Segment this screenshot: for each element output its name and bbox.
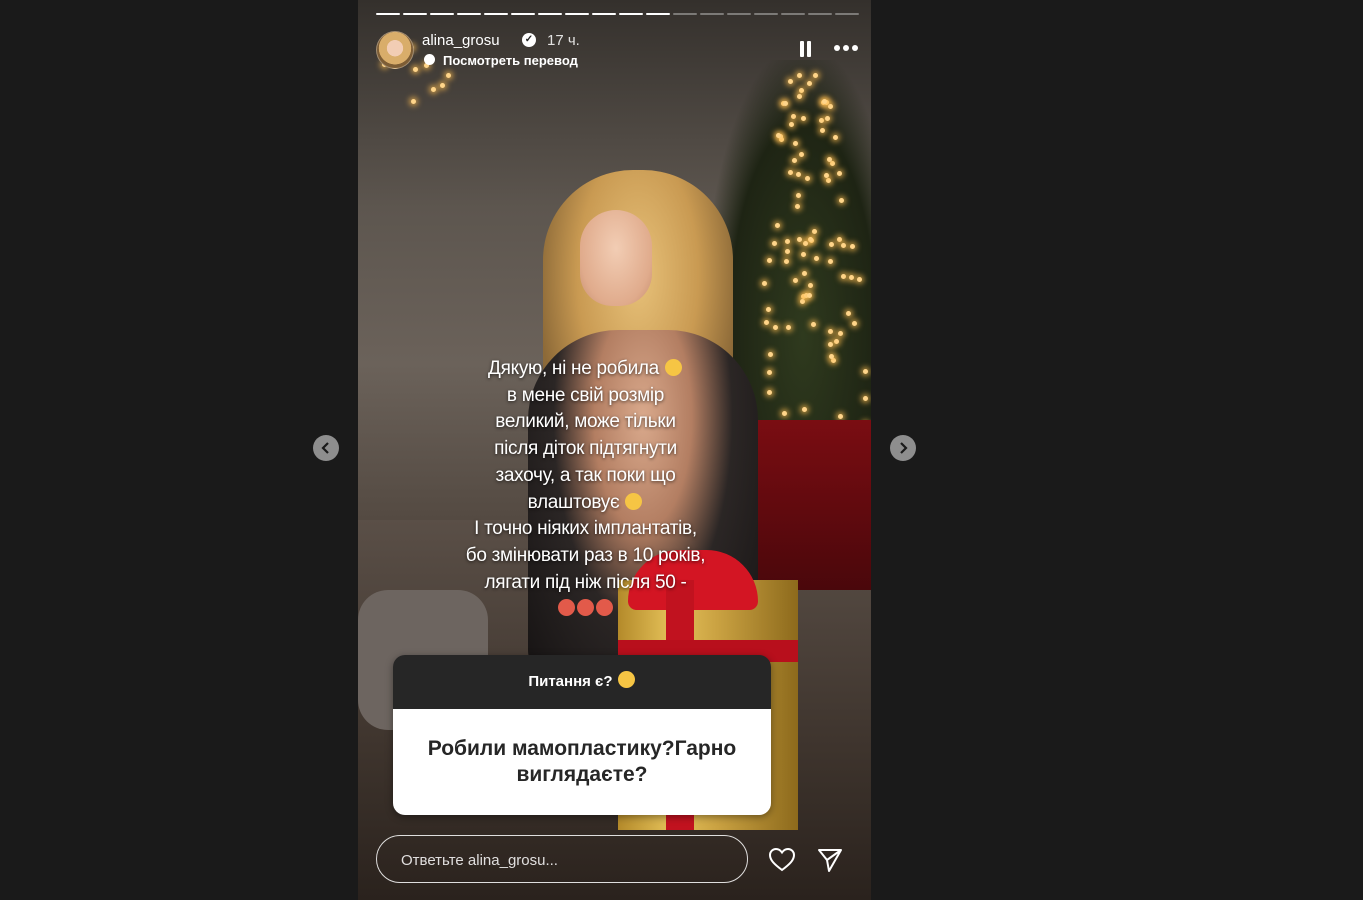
progress-segment (457, 13, 481, 15)
tree-light (792, 277, 798, 283)
tree-light (795, 192, 801, 198)
caption-line: захочу, а так поки що (495, 464, 676, 486)
story-viewer[interactable]: alina_grosu ✓ 17 ч. Посмотреть перевод Д… (358, 0, 871, 900)
progress-segment (619, 13, 643, 15)
progress-segment (565, 13, 589, 15)
tree-light (797, 72, 802, 78)
progress-segment (781, 13, 805, 15)
chevron-left-icon (321, 442, 329, 454)
tree-light (810, 321, 816, 327)
progress-segment (808, 13, 832, 15)
tree-light (430, 86, 436, 92)
progress-segment (646, 13, 670, 15)
hot-face-emoji (558, 599, 575, 617)
tree-light (807, 236, 813, 242)
tree-light (784, 248, 790, 254)
tree-light (821, 99, 827, 105)
tree-light (801, 270, 807, 276)
tree-light (763, 319, 769, 325)
caption-line (388, 596, 783, 623)
tree-light (824, 115, 830, 121)
tree-light (827, 328, 833, 334)
heart-icon[interactable] (768, 846, 796, 874)
progress-segment (673, 13, 697, 15)
pause-icon[interactable] (800, 41, 812, 57)
progress-segment (484, 13, 508, 15)
caption-line: в мене свій розмір (506, 384, 665, 406)
story-caption: Дякую, ні не робила в мене свій розмір в… (388, 356, 783, 623)
reply-input[interactable] (399, 836, 723, 884)
tree-light (827, 259, 833, 265)
translate-link[interactable]: Посмотреть перевод (443, 53, 578, 68)
tree-light (832, 134, 838, 140)
tree-light (849, 244, 855, 250)
tree-light (801, 115, 807, 121)
hot-face-emoji (596, 599, 613, 617)
tree-light (825, 178, 831, 184)
username-link[interactable]: alina_grosu (422, 32, 500, 49)
tree-light (806, 293, 812, 299)
tree-light (767, 257, 773, 263)
tree-light (798, 151, 804, 157)
hot-face-emoji (577, 599, 594, 617)
tree-light (790, 113, 796, 119)
tree-light (824, 172, 830, 178)
progress-segment (376, 13, 400, 15)
caption-line: влаштовує (388, 490, 783, 517)
question-answer: Робили мамопластику?Гарно виглядаєте? (393, 709, 771, 815)
tree-light (762, 280, 768, 286)
tree-light (851, 320, 857, 326)
tree-light (828, 354, 834, 359)
caption-line: бо змінювати раз в 10 років, (465, 544, 706, 566)
tree-light (827, 103, 833, 109)
avatar[interactable] (376, 31, 414, 69)
relieved-face-emoji (625, 492, 643, 510)
caption-line: І точно ніяких імплантатів, (474, 518, 697, 540)
tree-light (799, 299, 805, 305)
tree-light (800, 251, 806, 257)
previous-story-button[interactable] (313, 435, 339, 461)
progress-segment (727, 13, 751, 15)
story-timestamp: 17 ч. (547, 32, 580, 49)
send-icon[interactable] (816, 846, 844, 874)
caption-line: великий, може тільки (495, 411, 676, 433)
story-header: alina_grosu ✓ 17 ч. Посмотреть перевод (374, 30, 858, 70)
progress-segment (403, 13, 427, 15)
tree-light (834, 338, 840, 344)
progress-segment (835, 13, 859, 15)
tree-light (802, 406, 808, 412)
pleading-face-emoji (664, 359, 682, 376)
tree-light (776, 132, 782, 138)
caption-line: після діток підтягнути (494, 438, 677, 460)
question-sticker[interactable]: Питання є? Робили мамопластику?Гарно виг… (393, 655, 771, 815)
progress-segment (538, 13, 562, 15)
progress-segment (592, 13, 616, 15)
tree-light (772, 325, 778, 331)
more-icon[interactable] (834, 45, 858, 51)
verified-icon: ✓ (522, 33, 536, 47)
person-face (580, 210, 652, 306)
progress-segment (430, 13, 454, 15)
reply-field[interactable] (376, 835, 748, 884)
progress-segment (754, 13, 778, 15)
question-prompt: Питання є? (393, 655, 771, 709)
chevron-right-icon (900, 442, 908, 454)
caption-line: лягати під ніж після 50 - (484, 571, 687, 593)
next-story-button[interactable] (890, 435, 916, 461)
story-progress-bar (376, 13, 859, 15)
tree-light (826, 157, 832, 163)
progress-segment (511, 13, 535, 15)
tree-light (829, 241, 835, 247)
translate-icon (424, 54, 435, 65)
progress-segment (700, 13, 724, 15)
tree-light (838, 330, 844, 336)
caption-line: Дякую, ні не робила (388, 356, 783, 383)
tree-light (792, 157, 798, 163)
upside-down-face-emoji (617, 671, 635, 688)
